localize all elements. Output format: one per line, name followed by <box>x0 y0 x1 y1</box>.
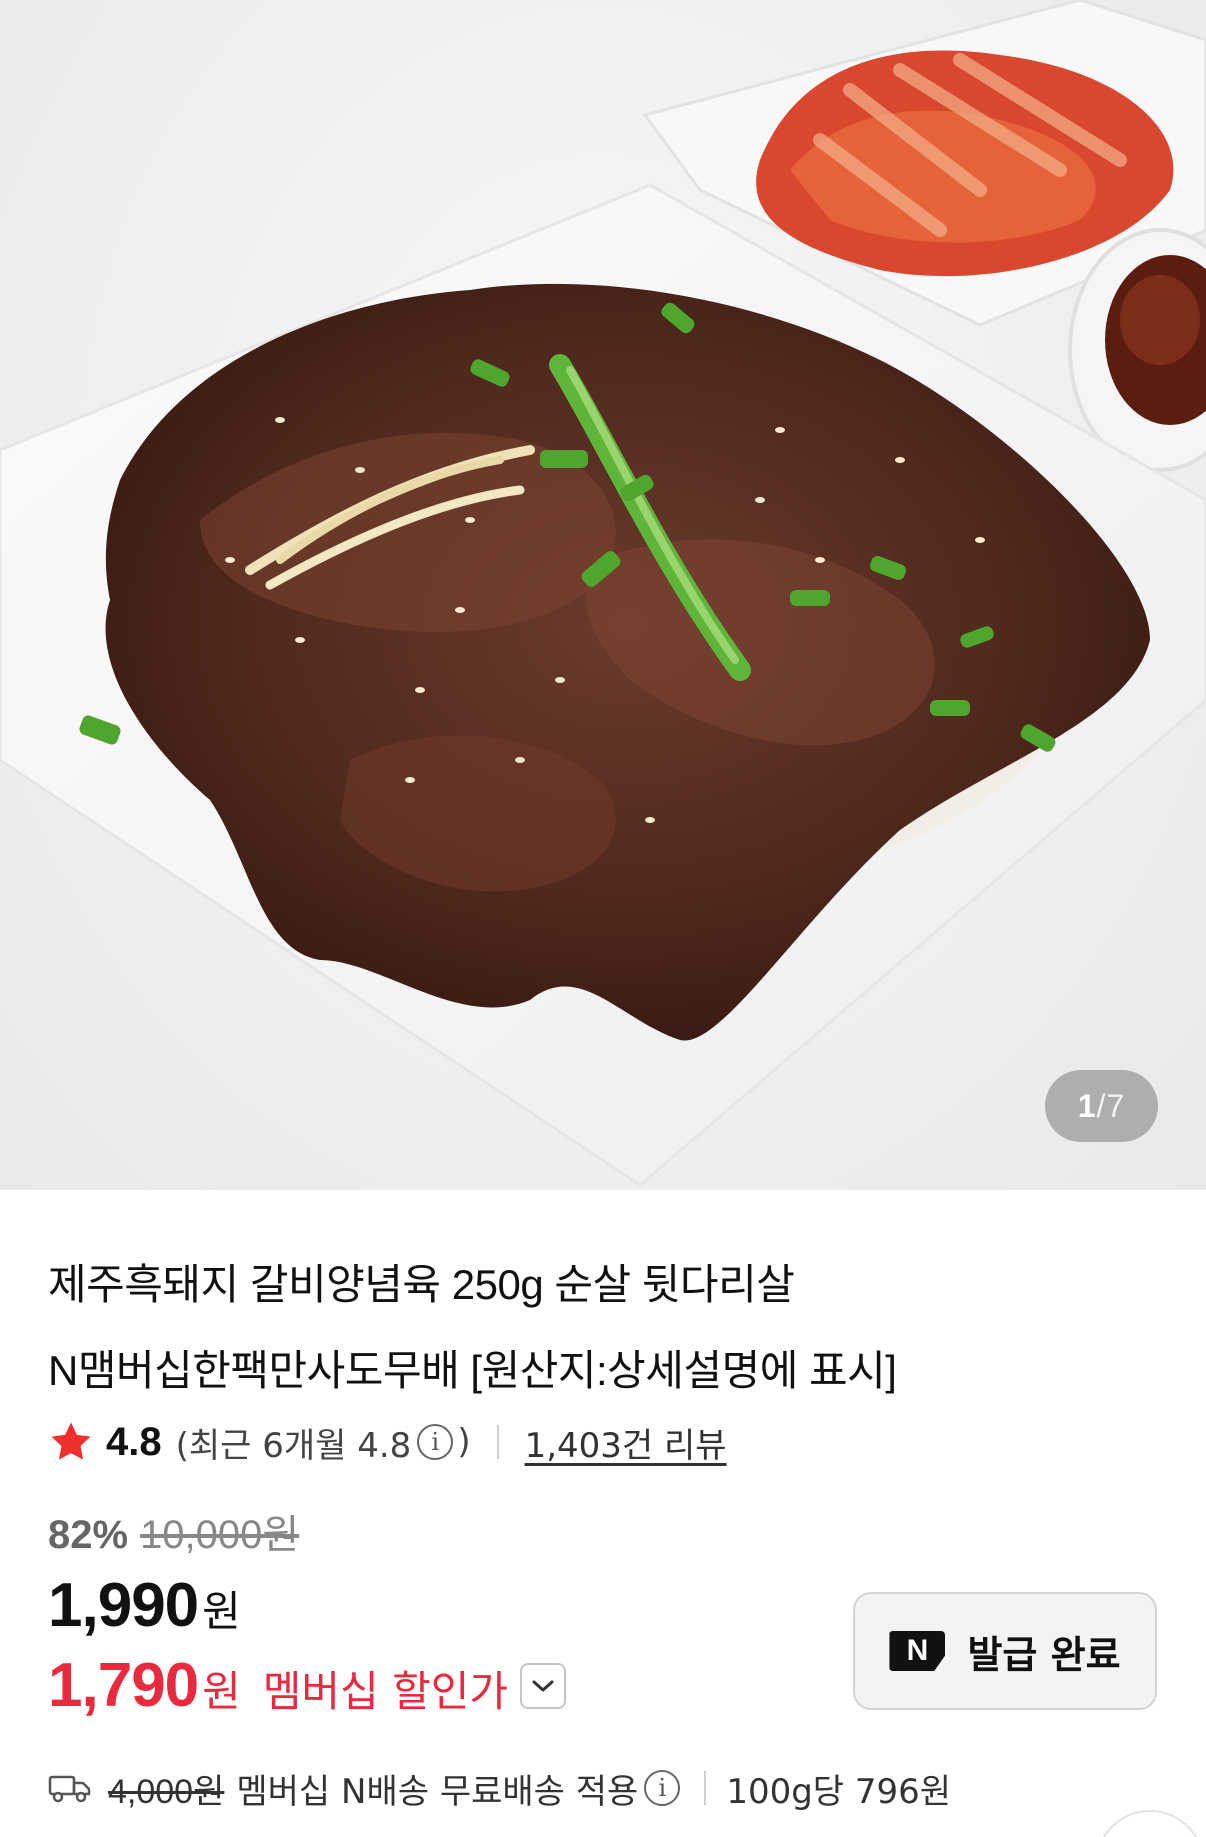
image-counter-separator: / <box>1096 1087 1107 1124</box>
member-price-label: 멤버십 할인가 <box>262 1667 508 1716</box>
discount-row: 82% 10,000원 <box>48 1502 299 1560</box>
product-image-gallery[interactable]: 1 / 7 <box>0 0 1206 1190</box>
unit-price: 100g당 796원 <box>726 1771 952 1812</box>
divider <box>496 1425 499 1459</box>
shipping-info-icon[interactable]: i <box>644 1770 681 1806</box>
divider <box>704 1771 707 1805</box>
coupon-issued-button[interactable]: N 발급 완료 <box>853 1592 1157 1710</box>
sale-price-unit: 원 <box>202 1587 241 1636</box>
original-shipping-fee: 4,000원 <box>108 1772 225 1811</box>
product-title: 제주흑돼지 갈비양념육 250g 순살 뒷다리살 N맴버십한팩만사도무배 [원산… <box>48 1242 1148 1414</box>
sale-price: 1,990 <box>48 1571 199 1640</box>
discount-rate: 82% <box>48 1513 129 1557</box>
shipping-text: 멤버십 N배송 무료배송 적용 <box>236 1771 639 1812</box>
member-price-expand-button[interactable] <box>520 1662 566 1709</box>
product-photo <box>0 0 1206 1187</box>
info-icon[interactable]: i <box>417 1424 454 1460</box>
image-counter: 1 / 7 <box>1045 1070 1158 1142</box>
image-counter-current: 1 <box>1077 1087 1097 1124</box>
recent-rating-close: ) <box>457 1422 471 1462</box>
rating-row: 4.8 (최근 6개월 4.8 i ) 1,403건 리뷰 <box>48 1412 727 1472</box>
product-title-line2: N맴버십한팩만사도무배 [원산지:상세설명에 표시] <box>48 1347 897 1394</box>
truck-icon <box>48 1775 91 1803</box>
recent-rating-text: (최근 6개월 4.8 <box>175 1425 412 1466</box>
product-title-line1: 제주흑돼지 갈비양념육 250g 순살 뒷다리살 <box>48 1261 795 1308</box>
review-count-link[interactable]: 1,403건 리뷰 <box>525 1418 727 1467</box>
member-price-row: 1,790 원 멤버십 할인가 <box>48 1650 566 1721</box>
sale-price-row: 1,990 원 <box>48 1570 241 1641</box>
rating-score: 4.8 <box>106 1419 162 1464</box>
image-counter-total: 7 <box>1106 1087 1126 1124</box>
chevron-down-icon <box>532 1680 554 1691</box>
member-price: 1,790 <box>48 1651 199 1720</box>
coupon-status-label: 발급 완료 <box>967 1632 1121 1677</box>
star-icon <box>51 1422 91 1460</box>
member-price-unit: 원 <box>202 1667 241 1716</box>
original-price: 10,000원 <box>140 1513 300 1557</box>
recent-rating: (최근 6개월 4.8 i ) <box>176 1418 471 1467</box>
shipping-row: 4,000원 멤버십 N배송 무료배송 적용 i 100g당 796원 <box>48 1758 951 1818</box>
naver-membership-badge: N <box>889 1631 946 1671</box>
product-info: 제주흑돼지 갈비양념육 250g 순살 뒷다리살 N맴버십한팩만사도무배 [원산… <box>0 1190 1206 1837</box>
